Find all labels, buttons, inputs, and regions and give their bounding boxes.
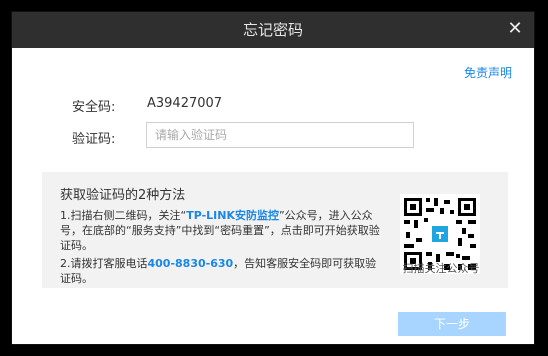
method-2-text: 2.请拨打客服电话400-8830-630，告知客服安全码即可获取验证码。 (60, 256, 382, 286)
dialog-title: 忘记密码 (242, 21, 303, 39)
forgot-password-dialog: 忘记密码 ✕ 免责声明 安全码: A39427007 验证码: 获取验证码的2种… (12, 12, 534, 344)
dialog-titlebar: 忘记密码 ✕ (12, 12, 534, 48)
help-title: 获取验证码的2种方法 (60, 188, 186, 203)
verify-code-label: 验证码: (72, 132, 116, 147)
help-panel: 获取验证码的2种方法 1.扫描右侧二维码，关注“TP-LINK安防监控”公众号，… (42, 172, 508, 288)
service-phone: 400-8830-630 (147, 257, 234, 270)
close-icon[interactable]: ✕ (504, 18, 526, 40)
method-2-prefix: 2.请拨打客服电话 (60, 257, 148, 270)
method-1-prefix: 1.扫描右侧二维码，关注“ (60, 209, 187, 222)
qr-caption: 扫描关注公众号 (402, 262, 480, 275)
disclaimer-link[interactable]: 免责声明 (464, 64, 512, 81)
next-button[interactable]: 下一步 (398, 312, 506, 336)
security-code-value: A39427007 (147, 96, 223, 111)
security-code-label: 安全码: (72, 100, 116, 115)
verify-code-input[interactable] (146, 122, 414, 148)
official-account-name: TP-LINK安防监控 (186, 209, 279, 222)
method-1-text: 1.扫描右侧二维码，关注“TP-LINK安防监控”公众号，进入公众号，在底部的“… (60, 208, 382, 253)
